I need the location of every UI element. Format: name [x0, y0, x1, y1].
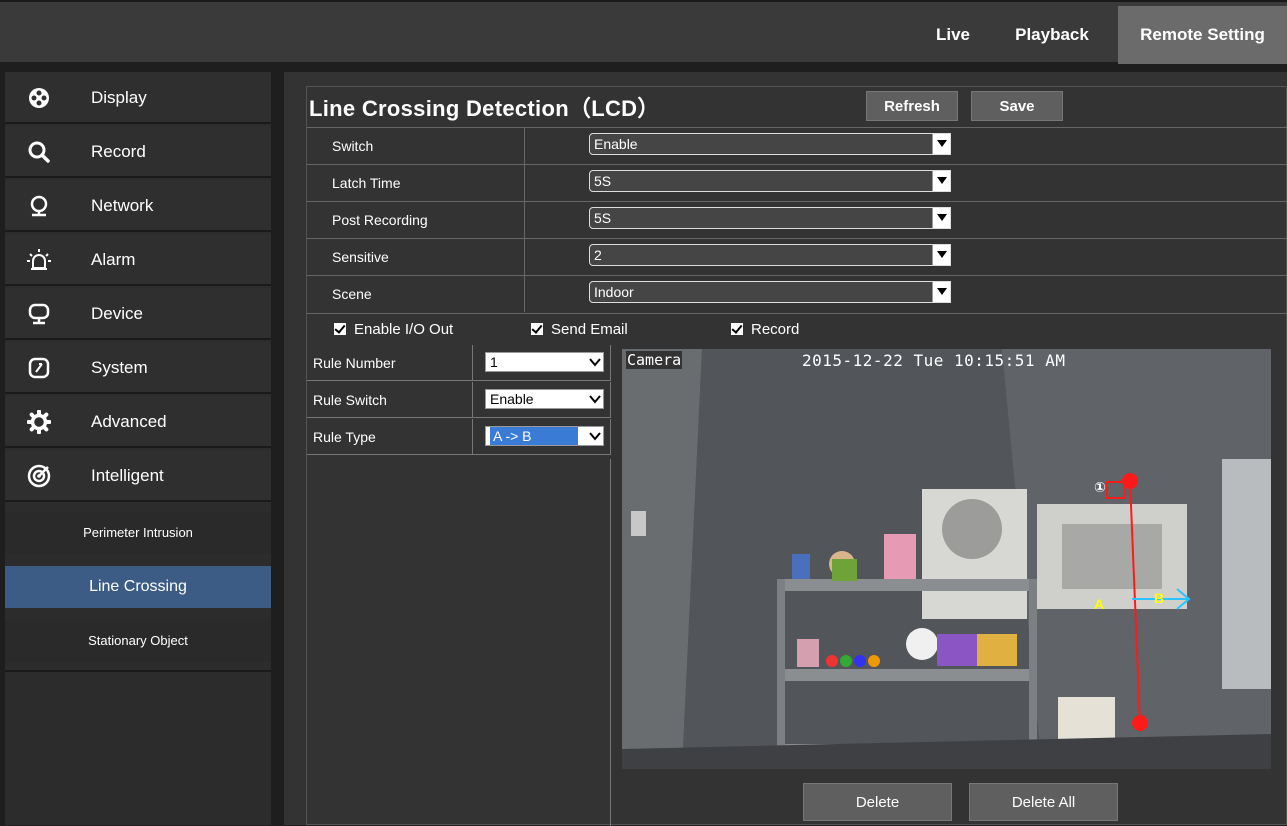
intelligent-icon: [27, 464, 51, 488]
camera-scene-image: ① A B: [622, 349, 1271, 769]
camera-preview[interactable]: ① A B Camera 2015-12-22 Tue 10:15:51 AM: [622, 349, 1271, 769]
setting-label: Scene: [332, 276, 525, 312]
rule-row-number: Rule Number 1: [307, 345, 611, 381]
rule-marker: ①: [1094, 480, 1106, 496]
sidebar-item-alarm[interactable]: Alarm: [5, 234, 271, 286]
switch-select[interactable]: Enable: [589, 133, 951, 155]
sidebar-subitem-stationary-object[interactable]: Stationary Object: [5, 620, 271, 662]
rule-label: Rule Switch: [313, 392, 387, 408]
sidebar-item-label: Display: [91, 88, 147, 107]
sidebar-item-label: Alarm: [91, 250, 136, 269]
side-b-label: B: [1154, 590, 1164, 606]
delete-all-button[interactable]: Delete All: [969, 783, 1118, 821]
sidebar-item-intelligent[interactable]: Intelligent: [5, 450, 271, 502]
post-recording-select[interactable]: 5S: [589, 207, 951, 229]
lcd-settings-panel: Line Crossing Detection（LCD） Refresh Sav…: [306, 86, 1287, 826]
page-title: Line Crossing Detection（LCD）: [309, 96, 660, 121]
setting-label: Latch Time: [332, 165, 525, 201]
camera-timestamp-overlay: 2015-12-22 Tue 10:15:51 AM: [802, 351, 1066, 370]
record-checkbox[interactable]: Record: [731, 321, 799, 338]
chevron-down-icon: [932, 208, 950, 228]
rule-row-type: Rule Type A -> B: [307, 419, 611, 455]
device-icon: [28, 303, 50, 325]
checkbox-checked-icon: [531, 323, 543, 335]
sidebar-item-label: Advanced: [91, 412, 167, 431]
rule-type-select[interactable]: A -> B: [485, 426, 604, 446]
line-endpoint-handle[interactable]: [1132, 715, 1148, 731]
nav-live[interactable]: Live: [920, 6, 986, 64]
sidebar-item-label: Device: [91, 304, 143, 323]
latch-time-select[interactable]: 5S: [589, 170, 951, 192]
checkbox-checked-icon: [334, 323, 346, 335]
setting-label: Sensitive: [332, 239, 525, 275]
setting-label: Switch: [332, 128, 525, 164]
chevron-down-icon: [589, 432, 601, 441]
settings-row-switch: Switch Enable: [307, 127, 1287, 164]
delete-button[interactable]: Delete: [803, 783, 952, 821]
rule-row-switch: Rule Switch Enable: [307, 382, 611, 418]
chevron-down-icon: [932, 171, 950, 191]
scene-select[interactable]: Indoor: [589, 281, 951, 303]
sidebar-subitem-line-crossing[interactable]: Line Crossing: [5, 566, 271, 608]
enable-io-out-checkbox[interactable]: Enable I/O Out: [334, 321, 453, 338]
settings-row-latch-time: Latch Time 5S: [307, 164, 1287, 201]
rule-number-select[interactable]: 1: [485, 352, 604, 372]
sidebar-item-device[interactable]: Device: [5, 288, 271, 340]
sensitive-select[interactable]: 2: [589, 244, 951, 266]
search-icon: [28, 141, 50, 163]
settings-row-sensitive: Sensitive 2: [307, 238, 1287, 275]
sidebar-subitem-perimeter-intrusion[interactable]: Perimeter Intrusion: [5, 512, 271, 554]
rule-table-empty: [307, 459, 611, 826]
alarm-icon: [27, 249, 51, 270]
sidebar-item-label: Record: [91, 142, 146, 161]
nav-playback[interactable]: Playback: [998, 6, 1106, 64]
rule-table: Rule Number 1 Rule Switch Enable Rule Ty…: [307, 345, 611, 464]
top-navigation-bar: Live Playback Remote Setting: [0, 0, 1287, 64]
gear-icon: [27, 410, 51, 434]
sidebar-item-display[interactable]: Display: [5, 72, 271, 124]
sidebar-item-advanced[interactable]: Advanced: [5, 396, 271, 448]
rule-label: Rule Number: [313, 355, 396, 371]
settings-row-scene: Scene Indoor: [307, 275, 1287, 312]
save-button[interactable]: Save: [971, 91, 1063, 121]
side-a-label: A: [1094, 596, 1104, 612]
sidebar: Display Record Network Alarm Device Syst…: [5, 72, 271, 825]
network-icon: [30, 195, 48, 217]
rule-label: Rule Type: [313, 429, 376, 445]
main-content: Line Crossing Detection（LCD） Refresh Sav…: [284, 72, 1287, 826]
camera-name-overlay: Camera: [626, 351, 683, 369]
send-email-checkbox[interactable]: Send Email: [531, 321, 628, 338]
sidebar-item-label: Intelligent: [91, 466, 164, 485]
refresh-button[interactable]: Refresh: [866, 91, 958, 121]
chevron-down-icon: [932, 134, 950, 154]
action-checkboxes: Enable I/O Out Send Email Record: [307, 313, 1287, 343]
chevron-down-icon: [589, 395, 601, 404]
rule-switch-select[interactable]: Enable: [485, 389, 604, 409]
chevron-down-icon: [932, 282, 950, 302]
settings-row-post-recording: Post Recording 5S: [307, 201, 1287, 238]
system-icon: [28, 357, 50, 379]
sidebar-item-label: Network: [91, 196, 154, 215]
sidebar-item-network[interactable]: Network: [5, 180, 271, 232]
display-icon: [29, 88, 49, 108]
nav-remote-setting[interactable]: Remote Setting: [1118, 6, 1287, 64]
setting-label: Post Recording: [332, 202, 525, 238]
chevron-down-icon: [589, 358, 601, 367]
sidebar-item-record[interactable]: Record: [5, 126, 271, 178]
sidebar-item-label: System: [91, 358, 148, 377]
sidebar-empty-area: [5, 670, 271, 825]
sidebar-item-system[interactable]: System: [5, 342, 271, 394]
checkbox-checked-icon: [731, 323, 743, 335]
chevron-down-icon: [932, 245, 950, 265]
